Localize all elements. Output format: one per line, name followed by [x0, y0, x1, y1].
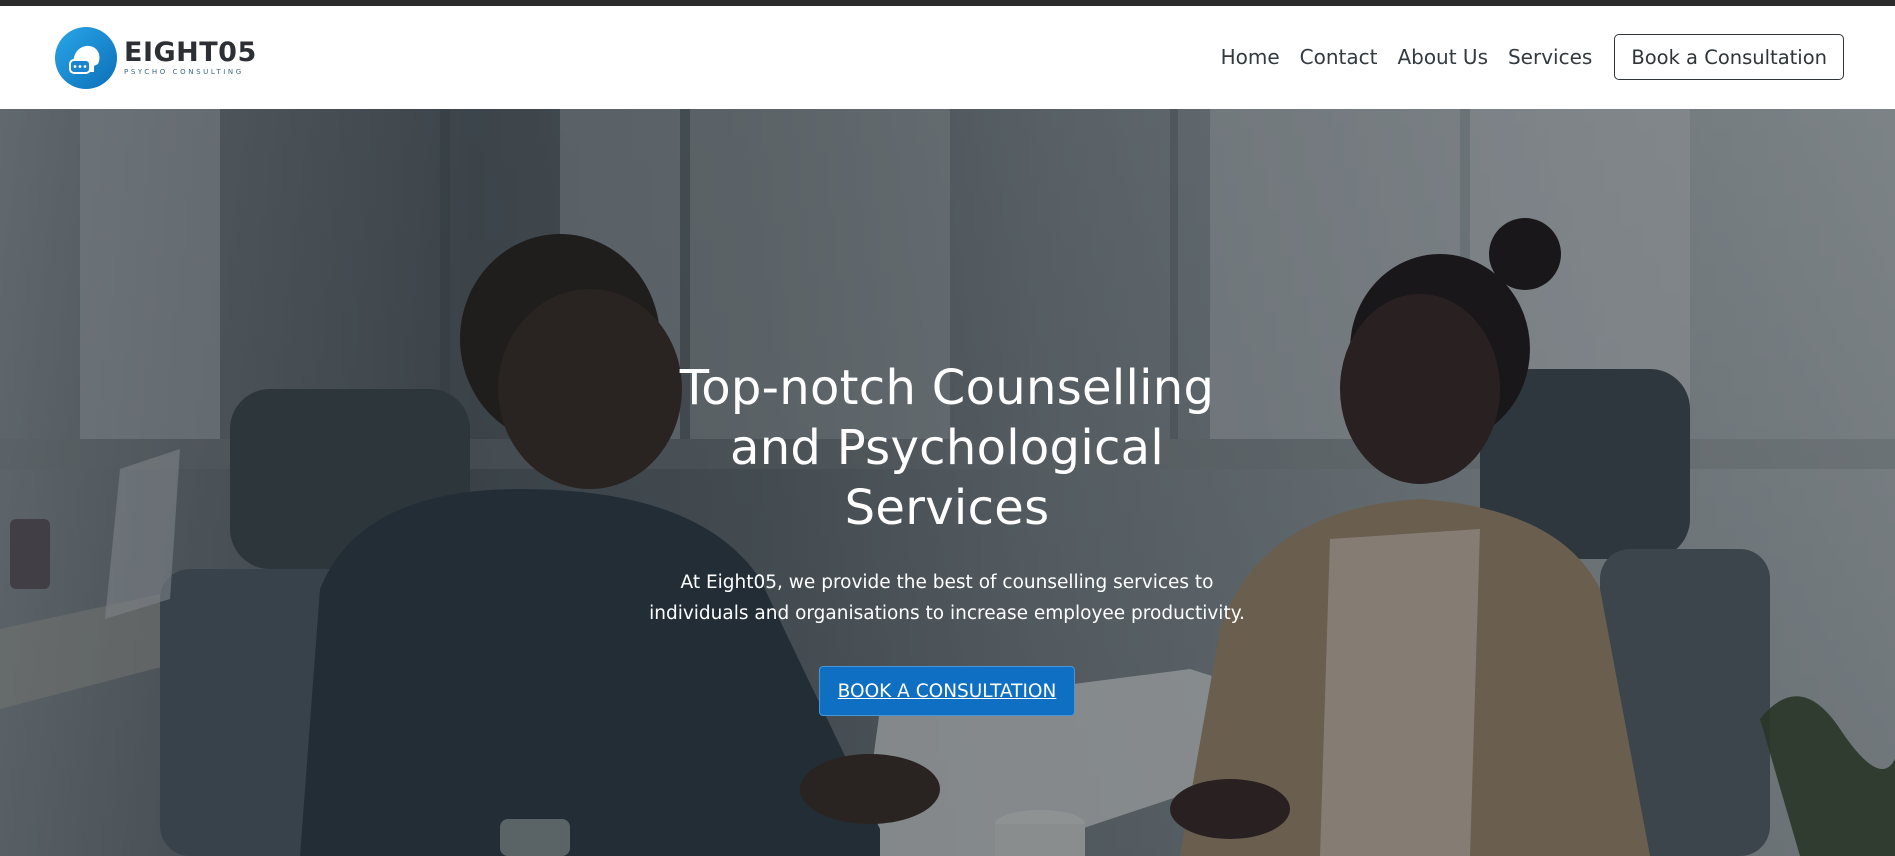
site-header: EIGHT05 PSYCHO CONSULTING Home Contact A…	[0, 6, 1895, 109]
brand-name: EIGHT05	[124, 37, 257, 68]
hero-title: Top-notch Counselling and Psychological …	[679, 360, 1215, 536]
nav-contact[interactable]: Contact	[1300, 45, 1378, 69]
hero-subtitle: At Eight05, we provide the best of couns…	[649, 572, 1245, 624]
nav-home[interactable]: Home	[1221, 45, 1280, 69]
hero-section: Top-notch Counselling and Psychological …	[0, 109, 1895, 856]
brand-tagline: PSYCHO CONSULTING	[124, 68, 244, 76]
book-consultation-button[interactable]: Book a Consultation	[1614, 33, 1844, 80]
nav-about-us[interactable]: About Us	[1397, 45, 1488, 69]
hero-book-consultation-button[interactable]: BOOK A CONSULTATION	[818, 666, 1076, 716]
hero-content: Top-notch Counselling and Psychological …	[647, 358, 1247, 716]
chat-bubble-head-icon	[55, 27, 117, 89]
nav-services[interactable]: Services	[1508, 45, 1592, 69]
main-nav: Home Contact About Us Services Book a Co…	[1221, 33, 1844, 80]
brand-logo[interactable]: EIGHT05 PSYCHO CONSULTING	[54, 26, 257, 90]
